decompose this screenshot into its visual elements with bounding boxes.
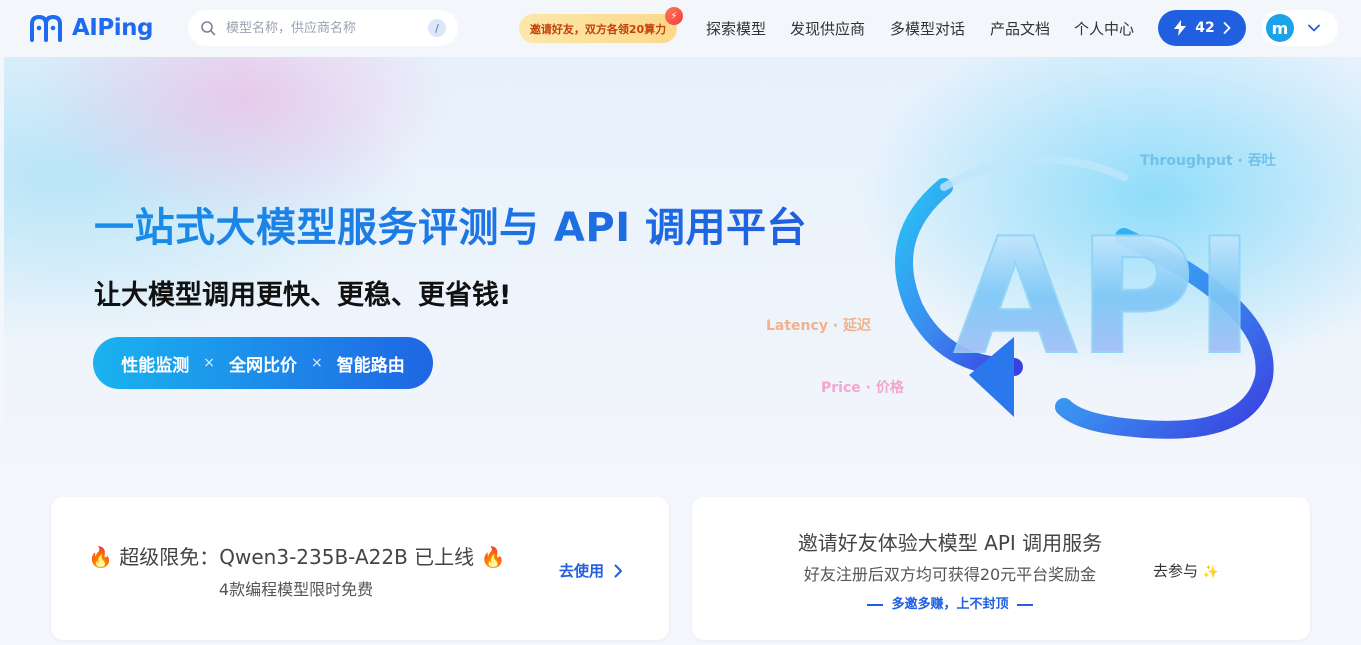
invite-promo-button[interactable]: 邀请好友，双方各领20算力 ⚡: [519, 7, 683, 43]
nav-explore-models[interactable]: 探索模型: [706, 18, 766, 39]
avatar: m: [1266, 14, 1294, 42]
logo-icon: [30, 14, 62, 42]
api-art-text: API: [954, 203, 1255, 390]
search-icon: [201, 21, 216, 36]
nav-product-docs[interactable]: 产品文档: [990, 18, 1050, 39]
join-button[interactable]: 去参与 ✨: [1153, 560, 1219, 581]
logo[interactable]: AIPing: [28, 14, 153, 42]
nav-multi-model-chat[interactable]: 多模型对话: [890, 18, 965, 39]
invite-card-title: 邀请好友体验大模型 API 调用服务: [797, 531, 1103, 555]
latency-label: Latency · 延迟: [766, 318, 872, 334]
throughput-label: Throughput · 吞吐: [1140, 153, 1276, 169]
invite-friends-card[interactable]: 邀请好友体验大模型 API 调用服务 好友注册后双方均可获得20元平台奖励金 多…: [692, 497, 1310, 640]
lightning-icon: ⚡: [665, 7, 683, 25]
price-label: Price · 价格: [821, 380, 904, 396]
promo-card-subtitle: 4款编程模型限时免费: [218, 580, 374, 599]
promo-title-text: 超级限免：Qwen3-235B-A22B 已上线: [119, 545, 475, 569]
fire-icon: 🔥: [480, 545, 506, 569]
invite-note-text: 多邀多赚，上不封顶: [891, 597, 1009, 612]
feature-separator: ×: [311, 355, 323, 371]
promo-card-title: 🔥 超级限免：Qwen3-235B-A22B 已上线 🔥: [88, 541, 505, 570]
divider: [867, 603, 884, 606]
hero-subtitle: 让大模型调用更快、更稳、更省钱!: [94, 280, 512, 311]
top-navbar: AIPing / 邀请好友，双方各领20算力 ⚡ 探索模型 发现供应商 多模型对…: [0, 0, 1361, 57]
credits-count: 42: [1195, 20, 1215, 36]
chevron-right-icon: [614, 564, 623, 577]
try-now-label: 去使用: [559, 562, 605, 580]
chevron-right-icon: [1223, 22, 1231, 34]
invite-promo-label: 邀请好友，双方各领20算力: [529, 22, 667, 36]
join-label: 去参与: [1153, 562, 1199, 580]
credits-button[interactable]: 42: [1158, 10, 1246, 46]
divider: [1016, 603, 1033, 606]
logo-text: AIPing: [72, 15, 153, 41]
search-shortcut-key: /: [428, 19, 446, 37]
hero-title: 一站式大模型服务评测与 API 调用平台: [94, 195, 807, 253]
hero-banner: 一站式大模型服务评测与 API 调用平台 让大模型调用更快、更稳、更省钱! 性能…: [4, 57, 1361, 477]
nav-personal-center[interactable]: 个人中心: [1074, 18, 1134, 39]
try-now-button[interactable]: 去使用: [559, 560, 623, 581]
features-pill: 性能监测 × 全网比价 × 智能路由: [93, 337, 433, 389]
chevron-down-icon: [1308, 24, 1320, 32]
sparkle-icon: ✨: [1202, 565, 1219, 580]
feature-separator: ×: [203, 355, 215, 371]
search-input[interactable]: [224, 19, 418, 37]
fire-icon: 🔥: [88, 545, 113, 569]
search-bar[interactable]: /: [188, 10, 458, 46]
feature-performance-monitoring: 性能监测: [121, 355, 190, 376]
lightning-icon: [1174, 20, 1187, 36]
feature-price-comparison: 全网比价: [229, 355, 297, 376]
invite-card-note: 多邀多赚，上不封顶: [692, 593, 1208, 612]
feature-smart-routing: 智能路由: [336, 355, 405, 376]
user-menu[interactable]: m: [1262, 10, 1338, 46]
nav-discover-providers[interactable]: 发现供应商: [790, 18, 865, 39]
invite-card-subtitle: 好友注册后双方均可获得20元平台奖励金: [803, 565, 1097, 584]
promo-card-free-model[interactable]: 🔥 超级限免：Qwen3-235B-A22B 已上线 🔥 4款编程模型限时免费 …: [51, 497, 669, 640]
